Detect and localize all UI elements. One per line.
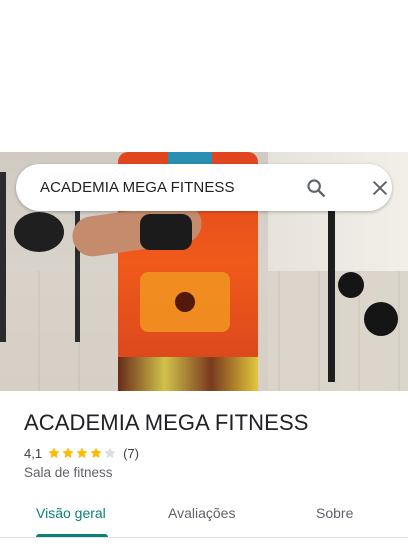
photo-glove (140, 214, 192, 250)
place-category[interactable]: Sala de fitness (24, 465, 113, 480)
search-bar[interactable]: ACADEMIA MEGA FITNESS (16, 164, 392, 211)
rating-row[interactable]: 4,1 (7) (24, 444, 139, 462)
star-icon (76, 447, 88, 459)
close-icon[interactable] (367, 175, 393, 201)
review-count[interactable]: (7) (123, 446, 139, 461)
tabs-divider (0, 537, 408, 538)
photo-shirt-print (140, 272, 230, 332)
place-tabs: Visão geral Avaliações Sobre (0, 496, 408, 540)
star-icon (62, 447, 74, 459)
star-icon (48, 447, 60, 459)
search-icon[interactable] (303, 175, 329, 201)
photo-weight-plate (364, 302, 398, 336)
star-icon (90, 447, 102, 459)
rating-stars (47, 446, 117, 460)
tab-about[interactable]: Sobre (316, 505, 353, 521)
search-query[interactable]: ACADEMIA MEGA FITNESS (40, 179, 235, 196)
photo-shorts (118, 357, 258, 391)
tab-reviews[interactable]: Avaliações (168, 505, 235, 521)
tab-overview[interactable]: Visão geral (36, 505, 106, 521)
place-title: ACADEMIA MEGA FITNESS (24, 410, 309, 435)
star-icon (104, 447, 116, 459)
rating-value: 4,1 (24, 445, 43, 461)
photo-weight-plate (338, 272, 364, 298)
